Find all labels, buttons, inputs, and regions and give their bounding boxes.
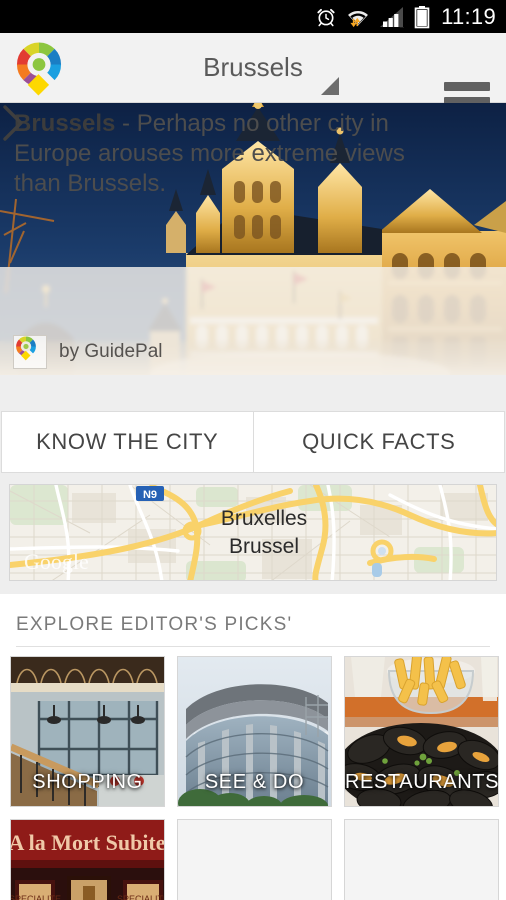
alarm-clock-icon bbox=[317, 8, 335, 26]
chevron-right-icon[interactable] bbox=[0, 103, 26, 143]
map-attribution: Google bbox=[24, 549, 89, 574]
cafe-image: A la Mort Subite SPECIALITE LAMBIC SPECI… bbox=[11, 820, 164, 900]
signal-bars-icon bbox=[380, 6, 405, 27]
hero-credit: by GuidePal bbox=[13, 335, 163, 369]
action-bar: Brussels bbox=[0, 33, 506, 120]
pick-label-shopping: SHOPPING bbox=[32, 771, 143, 793]
tab-quick-facts[interactable]: QUICK FACTS bbox=[253, 411, 505, 473]
svg-text:SPECIALITE: SPECIALITE bbox=[11, 894, 61, 900]
picks-heading: EXPLORE EDITOR'S PICKS' bbox=[16, 614, 293, 635]
guidepal-badge-icon bbox=[16, 336, 36, 361]
pick-tile-placeholder[interactable] bbox=[344, 819, 499, 900]
status-clock: 11:19 bbox=[441, 3, 496, 29]
pick-tile-placeholder[interactable] bbox=[177, 819, 332, 900]
pick-tile-see-and-do[interactable]: SEE & DO bbox=[177, 656, 332, 807]
pick-tile-shopping[interactable]: SHOPPING bbox=[10, 656, 165, 807]
pick-tile-cafe[interactable]: A la Mort Subite SPECIALITE LAMBIC SPECI… bbox=[10, 819, 165, 900]
guidepal-badge bbox=[13, 335, 47, 369]
map-label-bruxelles: Bruxelles bbox=[221, 507, 307, 530]
picks-divider bbox=[16, 646, 490, 647]
section-tabs: KNOW THE CITY QUICK FACTS bbox=[0, 411, 506, 473]
svg-text:N9: N9 bbox=[143, 489, 157, 501]
status-icons bbox=[315, 5, 430, 29]
hero-separator: - bbox=[115, 110, 137, 137]
app-root: 11:19 Brussels Brussels - Perhaps no oth… bbox=[0, 0, 506, 900]
dropdown-spinner-icon[interactable] bbox=[321, 77, 339, 95]
hero-banner[interactable]: Brussels - Perhaps no other city in Euro… bbox=[0, 103, 506, 375]
map-preview[interactable]: N9 Bruxelles Brussel Google bbox=[9, 484, 497, 581]
credit-text: by GuidePal bbox=[59, 341, 163, 362]
wifi-icon bbox=[348, 10, 368, 27]
explore-picks-section: EXPLORE EDITOR'S PICKS' SHOPPING SEE & D… bbox=[0, 594, 506, 900]
hero-description: Brussels - Perhaps no other city in Euro… bbox=[14, 109, 454, 199]
page-title: Brussels bbox=[203, 52, 303, 82]
map-label-brussel: Brussel bbox=[229, 535, 299, 558]
map-image: N9 Bruxelles Brussel Google bbox=[10, 485, 496, 580]
hero-city-name: Brussels bbox=[14, 110, 116, 137]
picks-grid: SHOPPING SEE & DO RESTAURANTS A la Mort … bbox=[10, 656, 500, 900]
pick-label-restaurants: RESTAURANTS bbox=[345, 771, 499, 793]
pick-tile-restaurants[interactable]: RESTAURANTS bbox=[344, 656, 499, 807]
status-bar: 11:19 bbox=[0, 0, 506, 33]
hamburger-bar bbox=[444, 82, 490, 91]
guidepal-logo-icon bbox=[16, 41, 62, 95]
battery-icon bbox=[414, 5, 430, 28]
road-shield-n9: N9 bbox=[136, 486, 164, 501]
pick-label-see-and-do: SEE & DO bbox=[204, 771, 305, 793]
tab-know-the-city[interactable]: KNOW THE CITY bbox=[1, 411, 254, 473]
svg-text:SPECIALITE: SPECIALITE bbox=[117, 894, 164, 900]
guidepal-logo[interactable] bbox=[8, 37, 70, 99]
cafe-sign-text: A la Mort Subite bbox=[11, 830, 164, 855]
